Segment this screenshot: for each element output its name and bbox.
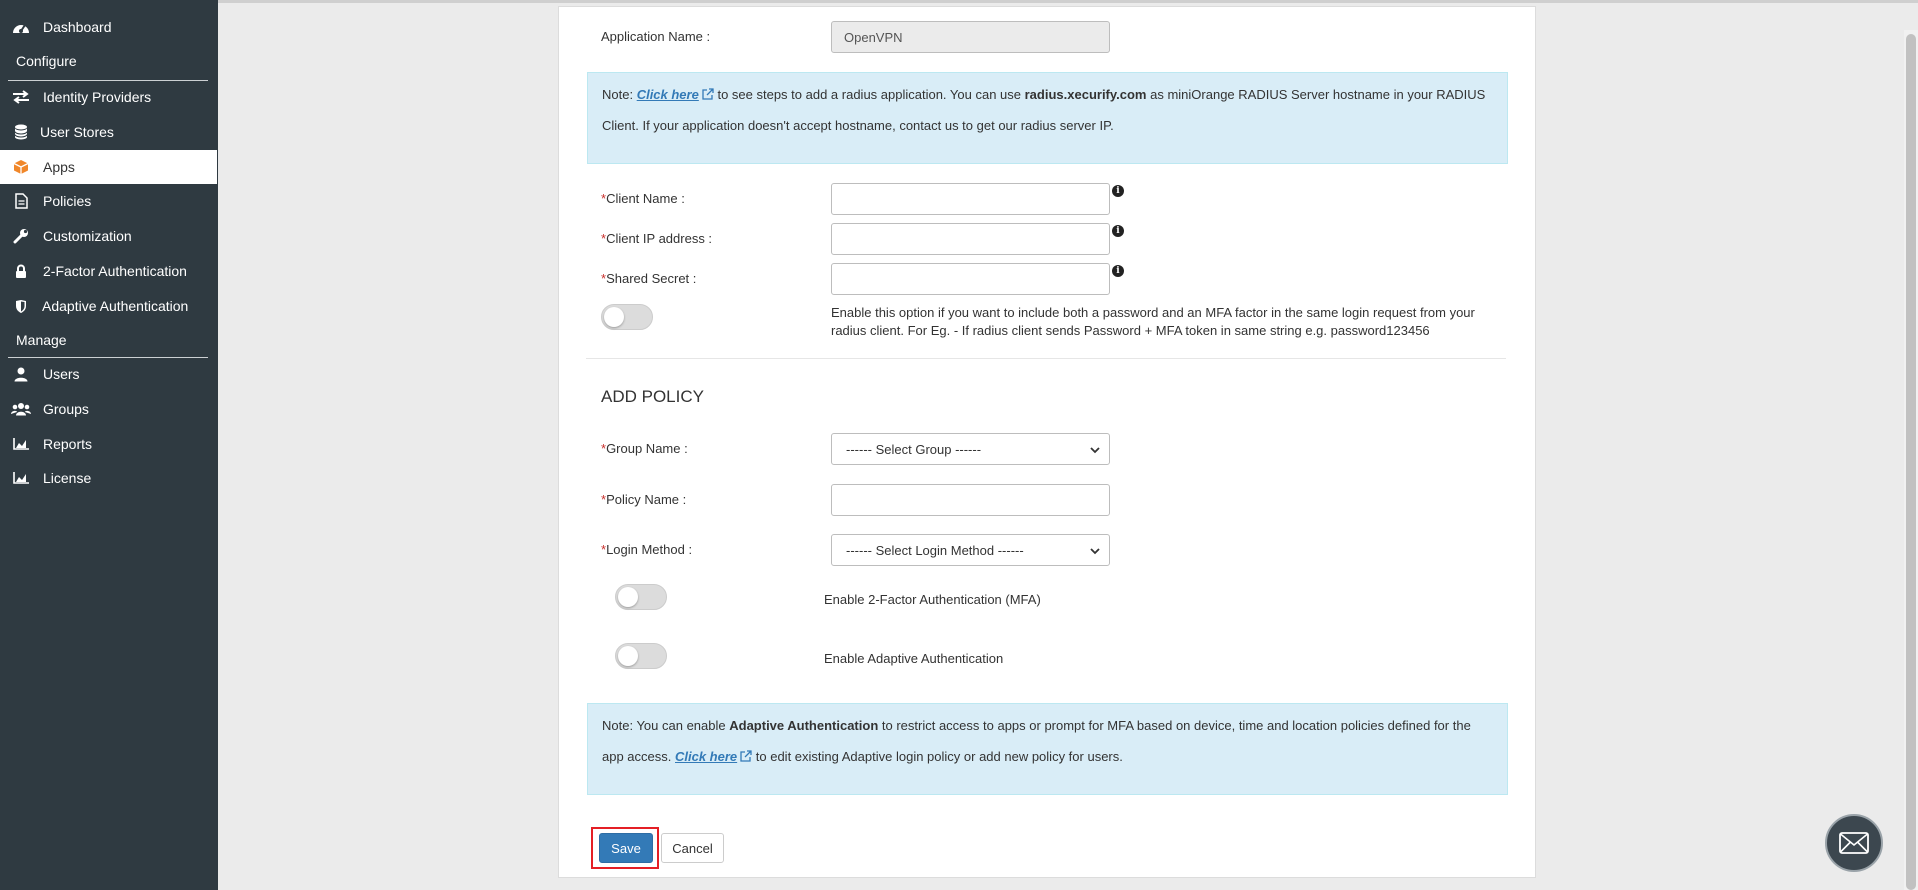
sidebar-item-users[interactable]: Users bbox=[0, 357, 218, 391]
adaptive-auth-label: Enable Adaptive Authentication bbox=[824, 651, 1004, 666]
login-method-label: *Login Method : bbox=[601, 542, 693, 557]
client-ip-label: *Client IP address : bbox=[601, 231, 713, 246]
sidebar-item-apps[interactable]: Apps bbox=[0, 150, 217, 184]
sidebar-item-label: Groups bbox=[43, 401, 89, 417]
sidebar-item-2fa[interactable]: 2-Factor Authentication bbox=[0, 254, 218, 288]
sidebar-item-label: Reports bbox=[43, 436, 93, 452]
sidebar-item-groups[interactable]: Groups bbox=[0, 392, 218, 426]
sidebar-item-user-stores[interactable]: User Stores bbox=[0, 115, 218, 149]
sidebar-item-label: User Stores bbox=[40, 124, 114, 140]
chart-icon bbox=[11, 468, 31, 488]
radius-note: Note: Click here to see steps to add a r… bbox=[587, 72, 1508, 164]
app-name-input bbox=[831, 21, 1110, 53]
chart-icon bbox=[11, 434, 31, 454]
click-here-link[interactable]: Click here bbox=[637, 87, 699, 102]
exchange-icon bbox=[11, 87, 31, 107]
scrollbar-thumb[interactable] bbox=[1906, 34, 1916, 890]
top-border bbox=[218, 0, 1918, 3]
group-name-label: *Group Name : bbox=[601, 441, 688, 456]
cancel-button[interactable]: Cancel bbox=[661, 833, 724, 863]
sidebar-item-adaptive-auth[interactable]: Adaptive Authentication bbox=[0, 289, 218, 323]
sidebar-item-label: 2-Factor Authentication bbox=[43, 263, 187, 279]
shared-secret-label: *Shared Secret : bbox=[601, 271, 697, 286]
sidebar-item-identity-providers[interactable]: Identity Providers bbox=[0, 80, 218, 114]
policy-name-label: *Policy Name : bbox=[601, 492, 687, 507]
chat-button[interactable] bbox=[1825, 814, 1883, 872]
app-name-label: Application Name : bbox=[601, 29, 711, 44]
toggle-knob bbox=[618, 646, 638, 666]
sidebar-item-label: Policies bbox=[43, 193, 92, 209]
add-policy-heading: ADD POLICY bbox=[601, 387, 704, 406]
sidebar-item-label: Apps bbox=[43, 159, 75, 175]
sidebar-item-customization[interactable]: Customization bbox=[0, 219, 218, 253]
toggle-knob bbox=[604, 307, 624, 327]
shield-icon bbox=[11, 296, 31, 316]
sidebar-item-reports[interactable]: Reports bbox=[0, 427, 218, 461]
cube-icon bbox=[11, 157, 31, 177]
sidebar-item-dashboard[interactable]: Dashboard bbox=[0, 10, 218, 44]
info-icon[interactable]: i bbox=[1112, 265, 1124, 277]
section-manage: Manage bbox=[16, 332, 67, 348]
lock-icon bbox=[11, 261, 31, 281]
sidebar-item-label: Dashboard bbox=[43, 19, 112, 35]
info-icon[interactable]: i bbox=[1112, 185, 1124, 197]
mfa-toggle[interactable] bbox=[615, 584, 667, 610]
client-ip-input[interactable] bbox=[831, 223, 1110, 255]
sidebar-item-license[interactable]: License bbox=[0, 461, 218, 495]
info-icon[interactable]: i bbox=[1112, 225, 1124, 237]
adaptive-auth-toggle[interactable] bbox=[615, 643, 667, 669]
users-icon bbox=[11, 399, 31, 419]
toggle-knob bbox=[618, 587, 638, 607]
sidebar-item-label: Identity Providers bbox=[43, 89, 152, 105]
chevron-down-icon bbox=[1090, 447, 1100, 454]
divider bbox=[586, 358, 1506, 359]
client-name-input[interactable] bbox=[831, 183, 1110, 215]
database-icon bbox=[11, 122, 31, 142]
mail-icon bbox=[1839, 832, 1869, 854]
sidebar: Dashboard Configure Identity Providers U… bbox=[0, 0, 218, 890]
client-name-label: *Client Name : bbox=[601, 191, 685, 206]
user-icon bbox=[11, 364, 31, 384]
login-method-select[interactable]: ------ Select Login Method ------ bbox=[831, 534, 1110, 566]
policy-name-input[interactable] bbox=[831, 484, 1110, 516]
sidebar-item-label: Customization bbox=[43, 228, 132, 244]
click-here-link[interactable]: Click here bbox=[675, 749, 737, 764]
external-link-icon bbox=[702, 88, 714, 100]
mfa-label: Enable 2-Factor Authentication (MFA) bbox=[824, 592, 1041, 607]
sidebar-item-label: Adaptive Authentication bbox=[42, 298, 189, 314]
sidebar-item-label: Users bbox=[43, 366, 80, 382]
wrench-icon bbox=[11, 226, 31, 246]
save-button[interactable]: Save bbox=[599, 833, 653, 863]
shared-secret-input[interactable] bbox=[831, 263, 1110, 295]
combined-password-toggle[interactable] bbox=[601, 304, 653, 330]
adaptive-note: Note: You can enable Adaptive Authentica… bbox=[587, 703, 1508, 795]
document-icon bbox=[11, 191, 31, 211]
external-link-icon bbox=[740, 750, 752, 762]
combined-password-description: Enable this option if you want to includ… bbox=[831, 305, 1475, 338]
chevron-down-icon bbox=[1090, 548, 1100, 555]
scrollbar[interactable] bbox=[1904, 30, 1918, 890]
dashboard-icon bbox=[11, 17, 31, 37]
sidebar-item-policies[interactable]: Policies bbox=[0, 184, 218, 218]
section-configure: Configure bbox=[16, 53, 77, 69]
sidebar-item-label: License bbox=[43, 470, 92, 486]
group-select[interactable]: ------ Select Group ------ bbox=[831, 433, 1110, 465]
